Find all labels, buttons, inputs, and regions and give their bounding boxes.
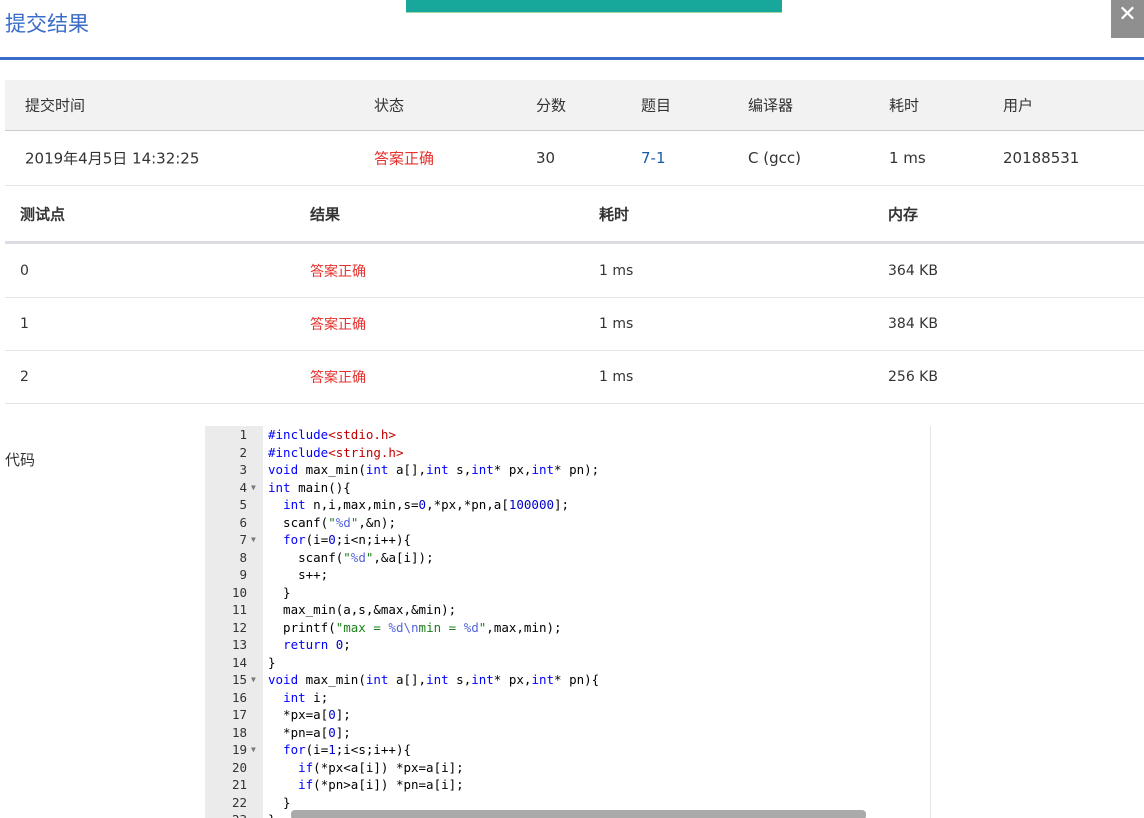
summary-header: 提交时间 状态 分数 题目 编译器 耗时 用户 bbox=[5, 80, 1144, 131]
memory: 384 KB bbox=[888, 315, 938, 332]
dialog-title: 提交结果 bbox=[5, 12, 89, 36]
code-label: 代码 bbox=[5, 451, 36, 469]
score: 30 bbox=[536, 149, 556, 167]
line-number: 22 bbox=[231, 794, 247, 810]
line-number: 5 bbox=[239, 497, 247, 512]
line-number: 14 bbox=[231, 654, 247, 670]
code-line: } bbox=[268, 654, 276, 670]
header-memory: 内存 bbox=[888, 205, 919, 223]
line-number: 8 bbox=[239, 549, 247, 565]
code-line: void max_min(int a[],int s,int* px,int* … bbox=[268, 462, 600, 477]
line-number: 7 bbox=[239, 532, 247, 547]
code-line: int n,i,max,min,s=0,*px,*pn,a[100000]; bbox=[283, 497, 570, 512]
line-number: 10 bbox=[231, 584, 247, 600]
header-submit-time: 提交时间 bbox=[25, 96, 86, 115]
header-result: 结果 bbox=[310, 205, 341, 223]
line-number: 21 bbox=[231, 777, 247, 792]
summary-row: 2019年4月5日 14:32:25 答案正确 30 7-1 C (gcc) 1… bbox=[5, 131, 1144, 186]
code-line: return 0; bbox=[283, 637, 351, 652]
header-score: 分数 bbox=[536, 96, 567, 115]
code-line: #include<string.h> bbox=[268, 444, 404, 460]
code-line: } bbox=[268, 794, 291, 810]
header-status: 状态 bbox=[374, 96, 405, 115]
code-line: int main(){ bbox=[268, 479, 351, 495]
code-line: s++; bbox=[268, 567, 329, 582]
header-user: 用户 bbox=[1003, 96, 1034, 115]
line-number: 3 bbox=[239, 462, 247, 477]
fold-arrow-icon[interactable]: ▼ bbox=[251, 535, 256, 544]
line-number: 20 bbox=[231, 759, 247, 775]
code-line: scanf("%d",&a[i]); bbox=[268, 549, 434, 565]
compiler: C (gcc) bbox=[748, 149, 801, 167]
test-case: 0 bbox=[20, 262, 29, 279]
code-line: scanf("%d",&n); bbox=[268, 514, 396, 530]
fold-arrow-icon[interactable]: ▼ bbox=[251, 483, 256, 492]
code-line: max_min(a,s,&max,&min); bbox=[268, 602, 457, 617]
line-number: 6 bbox=[239, 514, 247, 530]
code-line: *px=a[0]; bbox=[268, 707, 351, 722]
code-line: #include<stdio.h> bbox=[268, 427, 396, 442]
fold-arrow-icon[interactable]: ▼ bbox=[251, 745, 256, 754]
line-number: 11 bbox=[231, 602, 247, 617]
result: 答案正确 bbox=[310, 369, 366, 386]
line-number: 15 bbox=[231, 672, 247, 687]
memory: 364 KB bbox=[888, 262, 938, 279]
code-line: } bbox=[268, 812, 276, 818]
code-line: if(*px<a[i]) *px=a[i]; bbox=[298, 759, 464, 775]
header-test-case: 测试点 bbox=[20, 205, 66, 223]
code-line: *pn=a[0]; bbox=[268, 724, 351, 740]
header-problem: 题目 bbox=[641, 96, 672, 115]
toast-notification bbox=[406, 0, 782, 13]
tests-header: 测试点 结果 耗时 内存 bbox=[5, 186, 1144, 244]
result: 答案正确 bbox=[310, 316, 366, 333]
code-line: if(*pn>a[i]) *pn=a[i]; bbox=[298, 777, 464, 792]
code-line: for(i=0;i<n;i++){ bbox=[283, 532, 412, 547]
close-button[interactable]: ✕ bbox=[1111, 0, 1144, 38]
line-number: 16 bbox=[231, 689, 247, 705]
line-number: 13 bbox=[231, 637, 247, 652]
test-row: 0 答案正确 1 ms 364 KB bbox=[5, 244, 1144, 298]
problem-link[interactable]: 7-1 bbox=[641, 149, 666, 167]
header-time: 耗时 bbox=[599, 205, 630, 223]
result: 答案正确 bbox=[310, 263, 366, 280]
user: 20188531 bbox=[1003, 149, 1080, 167]
line-number: 9 bbox=[239, 567, 247, 582]
time: 1 ms bbox=[599, 368, 634, 385]
line-number: 12 bbox=[231, 619, 247, 635]
line-number: 2 bbox=[239, 444, 247, 460]
title-divider bbox=[0, 57, 1144, 60]
line-number: 19 bbox=[231, 742, 247, 757]
memory: 256 KB bbox=[888, 368, 938, 385]
code-line: int i; bbox=[283, 689, 329, 705]
code-line: void max_min(int a[],int s,int* px,int* … bbox=[268, 672, 600, 687]
line-number: 4 bbox=[239, 479, 247, 495]
code-line: } bbox=[268, 584, 291, 600]
line-number: 1 bbox=[239, 427, 247, 442]
test-case: 1 bbox=[20, 315, 29, 332]
time: 1 ms bbox=[889, 149, 926, 167]
line-number: 17 bbox=[231, 707, 247, 722]
horizontal-scrollbar[interactable] bbox=[291, 810, 866, 818]
fold-arrow-icon[interactable]: ▼ bbox=[251, 675, 256, 684]
code-editor[interactable]: 1 #include<stdio.h> 2 #include<string.h> 3 vo… bbox=[205, 426, 931, 818]
submit-time: 2019年4月5日 14:32:25 bbox=[25, 149, 200, 168]
header-time: 耗时 bbox=[889, 96, 920, 115]
header-compiler: 编译器 bbox=[748, 96, 794, 115]
time: 1 ms bbox=[599, 262, 634, 279]
status: 答案正确 bbox=[374, 149, 435, 168]
test-row: 2 答案正确 1 ms 256 KB bbox=[5, 350, 1144, 404]
line-number: 18 bbox=[231, 724, 247, 740]
line-number: 23 bbox=[205, 812, 247, 818]
time: 1 ms bbox=[599, 315, 634, 332]
test-row: 1 答案正确 1 ms 384 KB bbox=[5, 297, 1144, 351]
code-line: printf("max = %d\nmin = %d",max,min); bbox=[268, 619, 562, 635]
test-case: 2 bbox=[20, 368, 29, 385]
code-line: for(i=1;i<s;i++){ bbox=[283, 742, 412, 757]
